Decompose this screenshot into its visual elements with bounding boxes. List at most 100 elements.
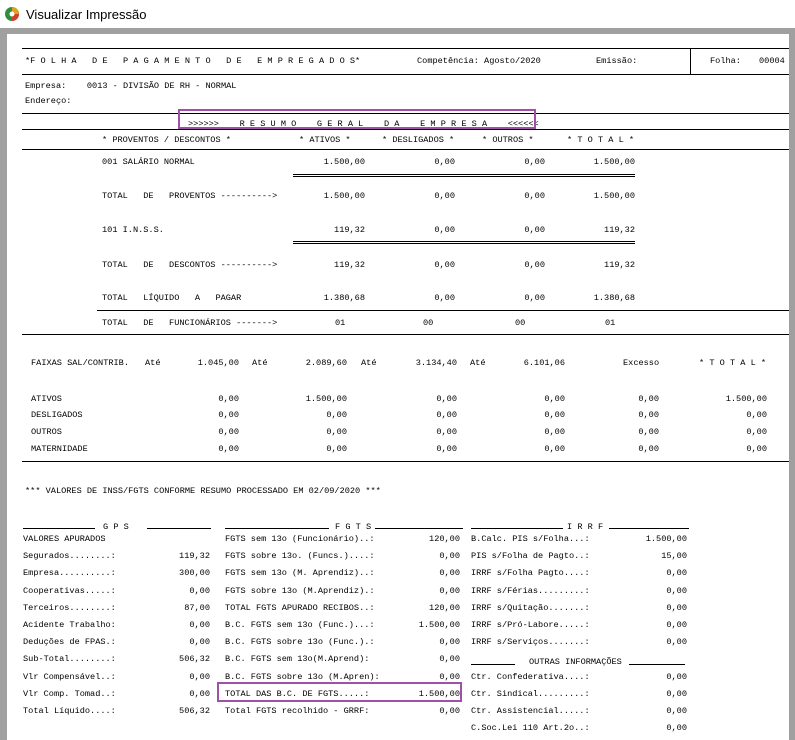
gps-row-label: Total Líquido....:	[23, 706, 116, 716]
irrf-row-label: IRRF s/Pró-Labore.....:	[471, 620, 590, 630]
cell-total: 119,32	[604, 260, 635, 270]
cell-total: 01	[605, 318, 616, 328]
gps-row-label: Segurados........:	[23, 551, 116, 562]
fgts-row-value: 1.500,00	[418, 620, 460, 630]
gps-row-label: Vlr Compensável..:	[23, 671, 116, 682]
gps-row-value: 0,00	[189, 688, 210, 699]
outras-row-value: 0,00	[666, 688, 687, 699]
cell-outros: 0,00	[524, 225, 545, 235]
fgts-row-label: TOTAL FGTS APURADO RECIBOS..:	[225, 602, 375, 613]
double-rule	[293, 174, 635, 177]
faixas-row-label: OUTROS	[31, 427, 62, 437]
cell-total: 119,32	[604, 225, 635, 235]
col-desligados: * DESLIGADOS *	[382, 135, 455, 145]
faixas-cell: 0,00	[746, 410, 767, 420]
gps-row-label: Deduções de FPAS.:	[23, 637, 116, 648]
faixas-cell: 0,00	[544, 427, 565, 437]
faixas-cell: 0,00	[638, 410, 659, 420]
col-outros: * OUTROS *	[482, 135, 534, 145]
irrf-row-value: 0,00	[666, 620, 687, 630]
fgts-row-label: FGTS sem 13o (M. Aprendiz)..:	[225, 568, 375, 579]
cell-total: 1.500,00	[593, 157, 635, 167]
faixas-cell: 0,00	[218, 444, 239, 454]
cell-ativos: 1.500,00	[323, 191, 365, 201]
faixa-limit: 1.045,00	[197, 358, 239, 368]
cell-outros: 0,00	[524, 293, 545, 303]
cell-desligados: 0,00	[434, 293, 455, 303]
faixas-row-label: MATERNIDADE	[31, 444, 88, 454]
faixas-cell: 0,00	[218, 410, 239, 420]
faixas-cell: 0,00	[436, 427, 457, 437]
gps-row-value: 0,00	[189, 585, 210, 596]
faixas-cell: 0,00	[544, 394, 565, 404]
empresa: Empresa: 0013 - DIVISÃO DE RH - NORMAL	[25, 81, 237, 91]
row-label: TOTAL DE FUNCIONÁRIOS ------->	[102, 318, 278, 328]
fgts-row-label: B.C. FGTS sobre 13o (M.Apren):	[225, 671, 380, 682]
fgts-row-value: 0,00	[439, 551, 460, 562]
outras-row-label: C.Soc.Lei 110 Art.2o..:	[471, 723, 590, 734]
competencia: Competência: Agosto/2020	[417, 56, 541, 66]
cell-outros: 00	[515, 318, 526, 328]
faixas-cell: 1.500,00	[305, 394, 347, 404]
cell-outros: 0,00	[524, 260, 545, 270]
faixas-cell: 0,00	[436, 410, 457, 420]
fgts-row-label: FGTS sobre 13o (M.Aprendiz).:	[225, 585, 375, 596]
cell-total: 1.500,00	[593, 191, 635, 201]
irrf-row-label: PIS s/Folha de Pagto..:	[471, 551, 590, 562]
fgts-row-label: FGTS sem 13o (Funcionário)..:	[225, 534, 375, 544]
title-bar: Visualizar Impressão	[0, 0, 795, 28]
faixas-cell: 0,00	[218, 394, 239, 404]
fgts-row-label: B.C. FGTS sem 13o (Func.)...:	[225, 620, 375, 630]
app-icon	[4, 6, 20, 22]
row-label: TOTAL DE PROVENTOS ---------->	[102, 191, 278, 201]
cell-outros: 0,00	[524, 191, 545, 201]
outras-row-label: Ctr. Assistencial.....:	[471, 706, 590, 716]
outras-row-label: Ctr. Sindical.........:	[471, 688, 590, 699]
cell-desligados: 0,00	[434, 191, 455, 201]
faixas-cell: 0,00	[638, 427, 659, 437]
faixas-cell: 0,00	[436, 394, 457, 404]
valores-title: *** VALORES DE INSS/FGTS CONFORME RESUMO…	[25, 486, 381, 496]
ate-label: Até	[252, 358, 268, 368]
fgts-row-label: B.C. FGTS sobre 13o (Func.).:	[225, 637, 375, 648]
irrf-row-value: 0,00	[666, 602, 687, 613]
cell-desligados: 00	[423, 318, 434, 328]
faixa-limit: 6.101,06	[523, 358, 565, 368]
report-page[interactable]: *F O L H A D E P A G A M E N T O D E E M…	[7, 34, 789, 740]
faixa-limit: 2.089,60	[305, 358, 347, 368]
gps-row-value: 87,00	[184, 602, 210, 613]
fgts-title: F G T S	[335, 522, 372, 532]
cell-ativos: 1.500,00	[323, 157, 365, 167]
fgts-row-value: 0,00	[439, 706, 460, 716]
folha-label: Folha:	[710, 56, 741, 66]
cell-ativos: 119,32	[334, 225, 365, 235]
endereco: Endereço:	[25, 96, 72, 106]
highlight-box-resumo	[178, 109, 536, 129]
fgts-row-label: FGTS sobre 13o. (Funcs.)....:	[225, 551, 375, 562]
highlight-box-fgts	[217, 682, 462, 702]
fgts-row-value: 120,00	[429, 602, 460, 613]
fgts-row-value: 120,00	[429, 534, 460, 544]
irrf-row-value: 0,00	[666, 637, 687, 648]
gps-row-value: 300,00	[179, 568, 210, 579]
gps-row-value: 506,32	[179, 654, 210, 665]
faixas-cell: 0,00	[326, 427, 347, 437]
irrf-title: I R R F	[567, 522, 604, 532]
faixas-cell: 0,00	[218, 427, 239, 437]
gps-row-label: Empresa..........:	[23, 568, 116, 579]
gps-row-label: Vlr Comp. Tomad..:	[23, 688, 116, 699]
irrf-row-value: 0,00	[666, 585, 687, 596]
outras-row-value: 0,00	[666, 671, 687, 682]
cell-ativos: 119,32	[334, 260, 365, 270]
gps-row-label: Terceiros........:	[23, 602, 116, 613]
fgts-row-label: B.C. FGTS sem 13o(M.Aprend):	[225, 654, 370, 665]
faixas-cell: 1.500,00	[725, 394, 767, 404]
faixas-row-label: DESLIGADOS	[31, 410, 83, 420]
row-label: 101 I.N.S.S.	[102, 225, 164, 235]
ate-label: Até	[361, 358, 377, 368]
window-title: Visualizar Impressão	[26, 6, 147, 22]
cell-desligados: 0,00	[434, 260, 455, 270]
faixas-cell: 0,00	[638, 394, 659, 404]
fgts-row-value: 0,00	[439, 585, 460, 596]
outras-title: OUTRAS INFORMAÇÕES	[529, 657, 622, 667]
